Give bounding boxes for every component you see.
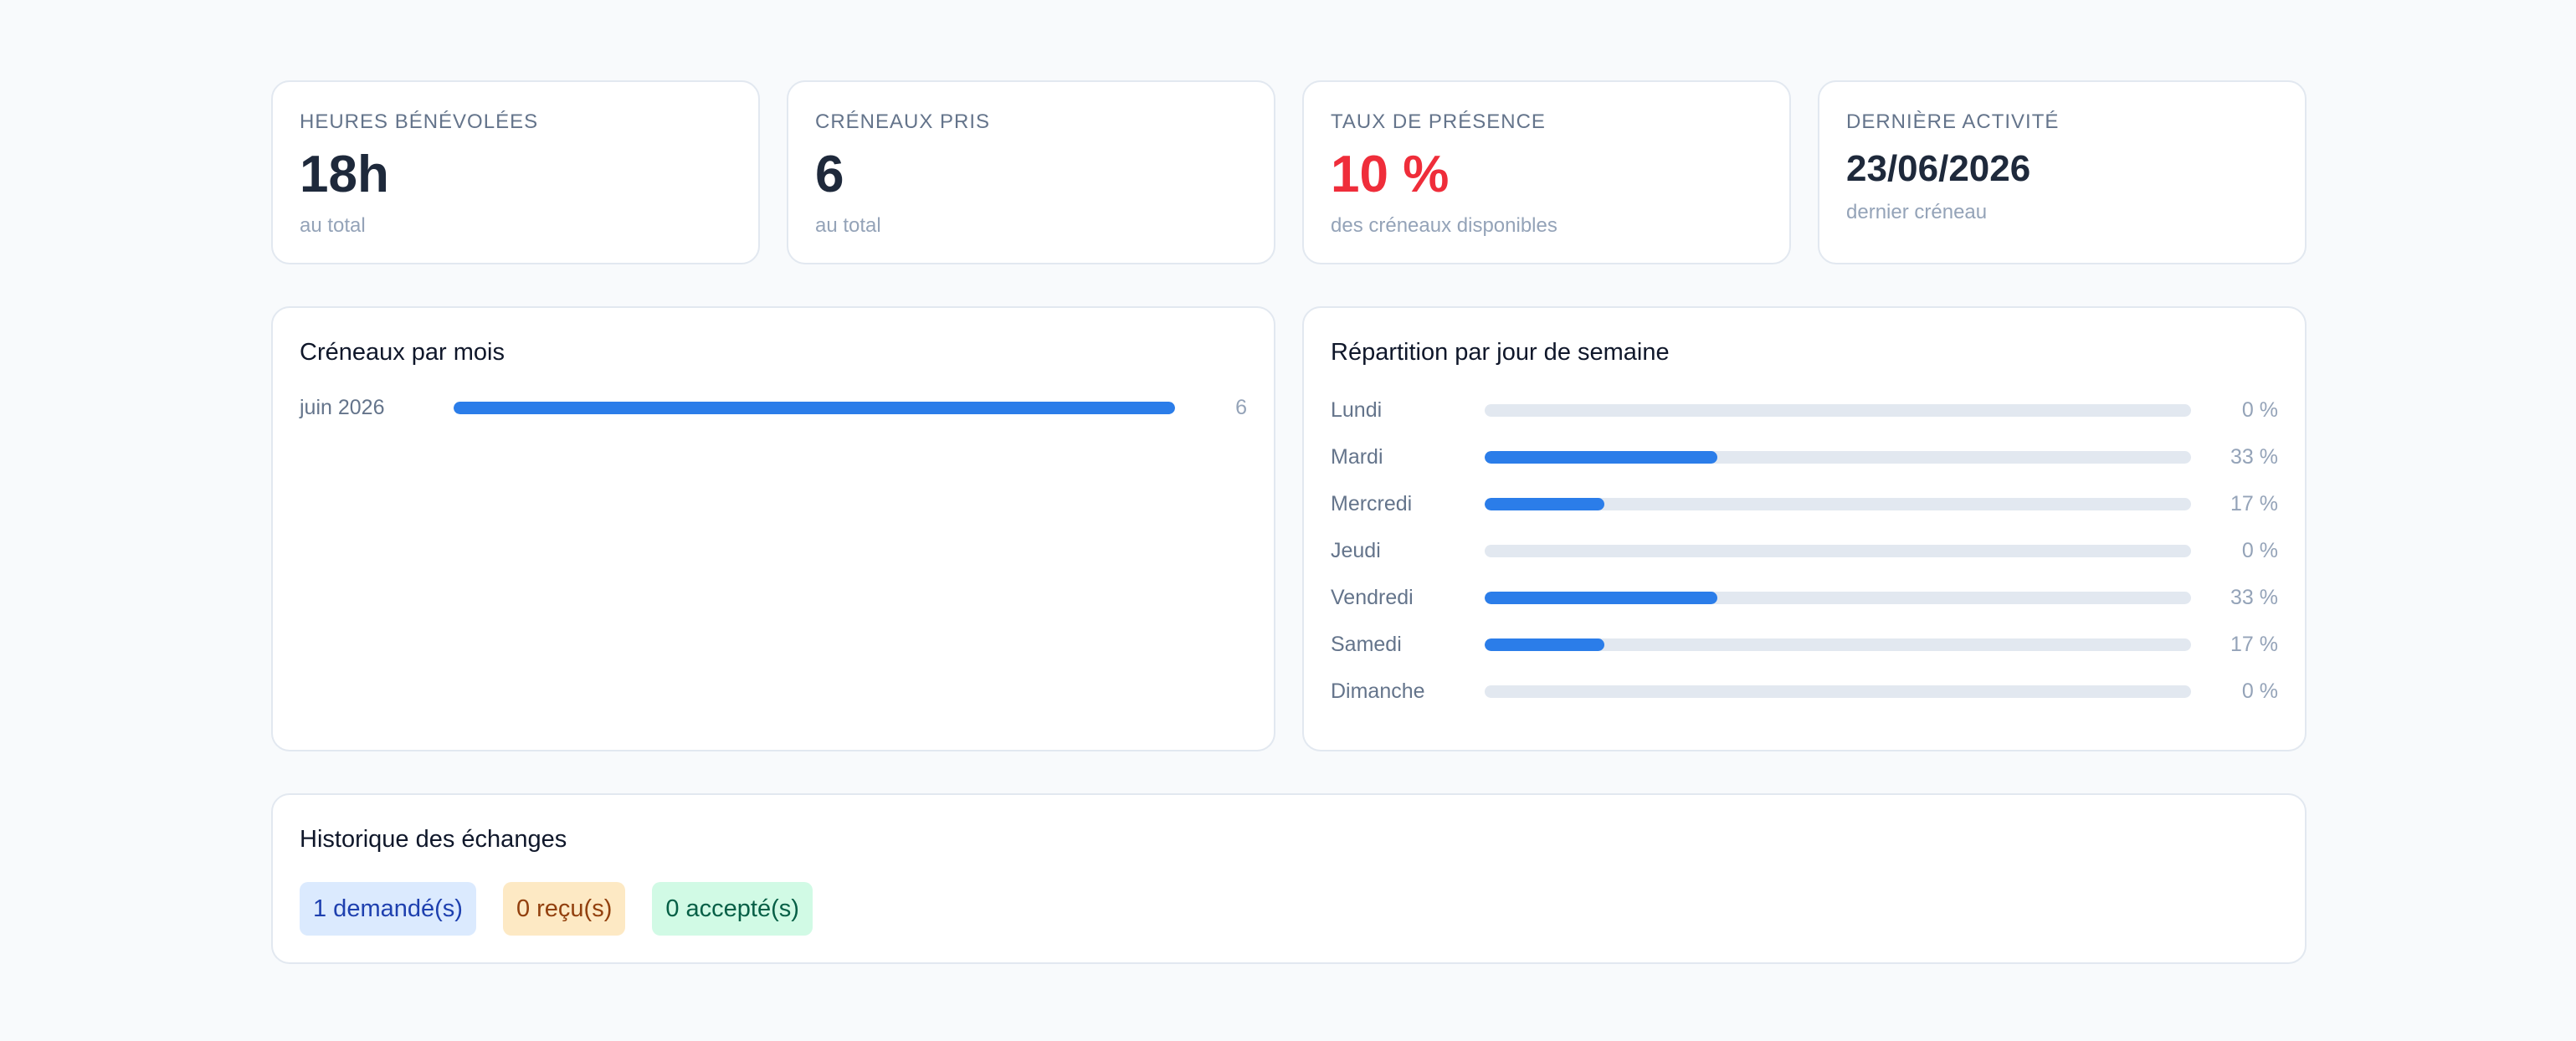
stat-label: HEURES BÉNÉVOLÉES bbox=[300, 110, 539, 133]
dashboard: HEURES BÉNÉVOLÉES 18h au total CRÉNEAUX … bbox=[271, 80, 2307, 964]
weekday-list: Lundi 0 % Mardi 33 % Mercredi 17 % Jeudi 0 % Ven… bbox=[1331, 387, 2278, 715]
weekday-row: Dimanche 0 % bbox=[1331, 668, 2278, 715]
stat-sub: des créneaux disponibles bbox=[1331, 214, 1557, 237]
weekday-row: Samedi 17 % bbox=[1331, 621, 2278, 668]
weekday-bar-track bbox=[1484, 638, 2192, 651]
stat-sub: dernier créneau bbox=[1846, 201, 1988, 223]
weekday-bar-track bbox=[1484, 403, 2192, 417]
weekday-label: Vendredi bbox=[1331, 585, 1414, 609]
weekday-bar-fill bbox=[1484, 638, 1605, 651]
month-label: juin 2026 bbox=[300, 395, 385, 419]
weekday-bar-track bbox=[1484, 685, 2192, 698]
weekday-row: Mardi 33 % bbox=[1331, 433, 2278, 480]
stat-sub: au total bbox=[815, 214, 881, 237]
weekday-label: Mardi bbox=[1331, 444, 1383, 469]
stat-label: DERNIÈRE ACTIVITÉ bbox=[1846, 110, 2060, 133]
history-panel: Historique des échanges 1 demandé(s) 0 r… bbox=[271, 793, 2307, 964]
weekday-value: 17 % bbox=[2230, 632, 2278, 656]
history-badges: 1 demandé(s) 0 reçu(s) 0 accepté(s) bbox=[300, 882, 2278, 936]
month-row: juin 2026 6 bbox=[300, 395, 1247, 420]
weekday-value: 33 % bbox=[2230, 585, 2278, 609]
requested-badge: 1 demandé(s) bbox=[300, 882, 476, 936]
stat-label: TAUX DE PRÉSENCE bbox=[1331, 110, 1546, 133]
month-list: juin 2026 6 bbox=[300, 395, 1247, 420]
monthly-panel: Créneaux par mois juin 2026 6 bbox=[271, 306, 1275, 751]
weekday-value: 0 % bbox=[2241, 679, 2278, 703]
stat-value: 23/06/2026 bbox=[1846, 148, 2031, 189]
stats-row: HEURES BÉNÉVOLÉES 18h au total CRÉNEAUX … bbox=[271, 80, 2307, 264]
stat-card-last-activity: DERNIÈRE ACTIVITÉ 23/06/2026 dernier cré… bbox=[1818, 80, 2307, 264]
weekday-bar-track bbox=[1484, 544, 2192, 557]
month-bar-track bbox=[454, 401, 1175, 414]
stat-value: 6 bbox=[815, 146, 844, 203]
weekday-label: Lundi bbox=[1331, 397, 1383, 422]
month-value: 6 bbox=[1235, 395, 1247, 419]
weekday-bar-fill bbox=[1484, 450, 1718, 464]
weekday-value: 0 % bbox=[2241, 538, 2278, 562]
weekday-panel: Répartition par jour de semaine Lundi 0 %… bbox=[1302, 306, 2307, 751]
weekday-row: Lundi 0 % bbox=[1331, 387, 2278, 433]
received-badge: 0 reçu(s) bbox=[502, 882, 626, 936]
stat-card-slots: CRÉNEAUX PRIS 6 au total bbox=[787, 80, 1275, 264]
weekday-value: 33 % bbox=[2230, 444, 2278, 469]
stat-card-attendance: TAUX DE PRÉSENCE 10 % des créneaux dispo… bbox=[1302, 80, 1791, 264]
weekday-row: Vendredi 33 % bbox=[1331, 574, 2278, 621]
stat-label: CRÉNEAUX PRIS bbox=[815, 110, 991, 133]
stat-card-hours: HEURES BÉNÉVOLÉES 18h au total bbox=[271, 80, 760, 264]
weekday-bar-track bbox=[1484, 591, 2192, 604]
weekday-label: Mercredi bbox=[1331, 491, 1413, 515]
stat-value: 10 % bbox=[1331, 146, 1450, 203]
weekday-bar-track bbox=[1484, 497, 2192, 510]
stat-sub: au total bbox=[300, 214, 366, 237]
accepted-badge: 0 accepté(s) bbox=[652, 882, 813, 936]
month-bar-fill bbox=[454, 401, 1175, 414]
weekday-value: 17 % bbox=[2230, 491, 2278, 515]
weekday-bar-track bbox=[1484, 450, 2192, 464]
weekday-label: Jeudi bbox=[1331, 538, 1381, 562]
weekday-value: 0 % bbox=[2241, 397, 2278, 422]
weekday-bar-fill bbox=[1484, 591, 1718, 604]
weekday-label: Dimanche bbox=[1331, 679, 1425, 703]
stat-value: 18h bbox=[300, 146, 389, 203]
panel-title: Historique des échanges bbox=[300, 826, 567, 853]
weekday-bar-fill bbox=[1484, 497, 1605, 510]
panel-title: Répartition par jour de semaine bbox=[1331, 339, 1670, 366]
weekday-label: Samedi bbox=[1331, 632, 1402, 656]
weekday-row: Mercredi 17 % bbox=[1331, 480, 2278, 527]
charts-row: Créneaux par mois juin 2026 6 Répartition… bbox=[271, 306, 2307, 751]
panel-title: Créneaux par mois bbox=[300, 339, 505, 366]
weekday-row: Jeudi 0 % bbox=[1331, 527, 2278, 574]
